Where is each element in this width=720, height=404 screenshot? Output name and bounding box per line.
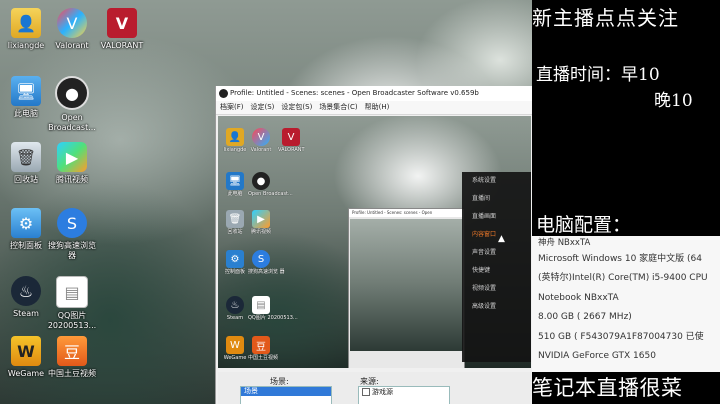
overlay-title: 新主播点点关注 (532, 6, 679, 30)
scenes-list[interactable]: 场景 (240, 386, 332, 404)
obs-app-icon (219, 89, 228, 98)
recycle-bin-icon: 🗑 (11, 142, 41, 172)
spec-row: (英特尔)Intel(R) Core(TM) i5-9400 CPU (538, 273, 708, 284)
sogou-browser-icon: S (57, 208, 87, 238)
desktop-icon-tencent-video[interactable]: ▶ 腾讯视频 (40, 142, 104, 185)
image-file-icon: ▤ (56, 276, 88, 308)
menu-scene-collection[interactable]: 场景集合(C) (319, 101, 357, 114)
desktop-icon-obs[interactable]: ● Open Broadcast... (40, 76, 104, 133)
preview-icon-valorant: V Valorant (248, 128, 274, 153)
menu-profile[interactable]: 档案(F) (220, 101, 244, 114)
settings-item-content-window[interactable]: 内容窗口 (462, 226, 531, 244)
obs-window[interactable]: Profile: Untitled - Scenes: scenes - Ope… (215, 86, 532, 404)
preview-icon-computer: 🖥 此电脑 (222, 172, 248, 197)
preview-icon-wegame: W WeGame (222, 336, 248, 361)
preview-icon-recycle: 🗑 回收站 (222, 210, 248, 235)
obs-icon: ● (55, 76, 89, 110)
spec-list: 神舟 NBxxTA Microsoft Windows 10 家庭中文版 (64… (532, 236, 720, 372)
spec-row: Notebook NBxxTA (538, 292, 619, 303)
overlay-config-label: 电脑配置： (536, 214, 632, 236)
menu-settings-pack[interactable]: 设定包(S) (281, 101, 312, 114)
preview-icon-obs: ● Open Broadcast... (248, 172, 293, 197)
nested-obs-window: Profile: Untitled - Scenes: scenes - Ope… (348, 208, 465, 368)
user-folder-icon: 👤 (11, 8, 41, 38)
control-panel-icon: ⚙ (11, 208, 41, 238)
mouse-cursor-icon: ▲ (498, 234, 505, 244)
valorant-icon: V (57, 8, 87, 38)
tudou-icon: 豆 (57, 336, 87, 366)
obs-bottom-panel: 场景: 场景 来源: 游戏源 (218, 372, 531, 404)
settings-item-system[interactable]: 系统设置 (462, 172, 531, 190)
menu-settings[interactable]: 设定(S) (251, 101, 275, 114)
preview-icon-qq: ▤ QQ图片 20200513... (248, 296, 298, 321)
spec-row: NVIDIA GeForce GTX 1650 (538, 350, 656, 361)
preview-icon-tencent: ▶ 腾讯视频 (248, 210, 274, 235)
valorant-logo-icon: V (107, 8, 137, 38)
preview-icon-control: ⚙ 控制面板 (222, 250, 248, 275)
overlay-footer: 笔记本直播很菜 (532, 376, 683, 400)
preview-icon-steam: ♨ Steam (222, 296, 248, 321)
nested-obs-title: Profile: Untitled - Scenes: scenes - Ope… (349, 209, 464, 217)
menu-help[interactable]: 帮助(H) (365, 101, 390, 114)
obs-menu-bar: 档案(F) 设定(S) 设定包(S) 场景集合(C) 帮助(H) (216, 101, 532, 115)
settings-item-audio[interactable]: 声音设置 (462, 244, 531, 262)
tencent-video-icon: ▶ (57, 142, 87, 172)
settings-item-live-room[interactable]: 直播间 (462, 190, 531, 208)
steam-icon: ♨ (11, 276, 41, 306)
obs-title-bar[interactable]: Profile: Untitled - Scenes: scenes - Ope… (216, 86, 532, 101)
settings-item-hotkeys[interactable]: 快捷键 (462, 262, 531, 280)
computer-icon: 🖥 (11, 76, 41, 106)
settings-menu: 系统设置 直播间 直播画面 内容窗口 声音设置 快捷键 视频设置 高级设置 (462, 172, 531, 362)
spec-row: 神舟 NBxxTA (538, 238, 591, 248)
stream-overlay-panel: 新主播点点关注 直播时间：早10 晚10 电脑配置： 神舟 NBxxTA Mic… (532, 0, 720, 404)
overlay-schedule-line2: 晚10 (654, 91, 693, 111)
spec-row: 8.00 GB ( 2667 MHz) (538, 312, 632, 323)
spec-row: 510 GB ( F543079A1F87004730 已使 (538, 331, 704, 342)
spec-row: Microsoft Windows 10 家庭中文版 (64 (538, 254, 702, 264)
nested-obs-preview (350, 219, 463, 351)
settings-item-advanced[interactable]: 高级设置 (462, 298, 531, 316)
obs-preview: 👤 lixiangde V Valorant V VALORANT 🖥 此电脑 ● Ope… (218, 116, 531, 368)
source-item-label: 游戏源 (372, 388, 393, 396)
preview-icon-tudou: 豆中国土豆视频 (248, 336, 278, 361)
desktop-icon-tudou[interactable]: 豆 中国土豆视频 (40, 336, 104, 379)
sources-list[interactable]: 游戏源 (358, 386, 450, 404)
desktop: 👤 lixiangde V Valorant V VALORANT 🖥 此电脑 … (0, 0, 532, 404)
preview-icon-valorant-logo: V VALORANT (278, 128, 305, 153)
wegame-icon: W (11, 336, 41, 366)
desktop-icon-sogou-browser[interactable]: S 搜狗高速浏览 器 (40, 208, 104, 261)
scene-item-selected[interactable]: 场景 (241, 387, 331, 396)
preview-icon-sogou: S 搜狗高速浏览 器 (248, 250, 285, 275)
desktop-icon-qq-image[interactable]: ▤ QQ图片 20200513... (40, 276, 104, 331)
source-checkbox[interactable] (362, 388, 370, 396)
preview-icon-user: 👤 lixiangde (222, 128, 248, 153)
settings-item-live-picture[interactable]: 直播画面 (462, 208, 531, 226)
source-item[interactable]: 游戏源 (359, 387, 449, 397)
obs-title-text: Profile: Untitled - Scenes: scenes - Ope… (230, 89, 479, 97)
settings-item-video[interactable]: 视频设置 (462, 280, 531, 298)
desktop-icon-valorant-logo[interactable]: V VALORANT (90, 8, 154, 51)
overlay-schedule-line1: 直播时间：早10 (536, 65, 660, 85)
